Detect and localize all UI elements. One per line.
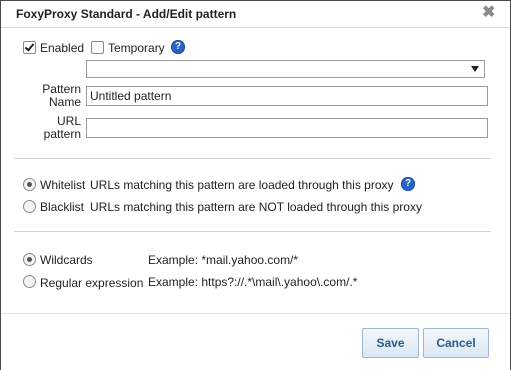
wildcards-label[interactable]: Wildcards: [40, 253, 93, 267]
whitelist-label[interactable]: Whitelist: [40, 178, 85, 192]
proxy-select[interactable]: [86, 60, 485, 78]
pattern-name-label: Pattern Name: [29, 83, 81, 109]
blacklist-description: URLs matching this pattern are NOT loade…: [90, 200, 422, 214]
enabled-checkbox[interactable]: [23, 41, 36, 54]
help-icon[interactable]: ?: [401, 177, 415, 191]
url-pattern-label: URL pattern: [29, 115, 81, 141]
save-button[interactable]: Save: [362, 328, 419, 358]
temporary-checkbox[interactable]: [91, 41, 104, 54]
pattern-name-field[interactable]: [86, 86, 488, 106]
proxy-select-value[interactable]: [87, 61, 484, 77]
title-bar[interactable]: FoxyProxy Standard - Add/Edit pattern ✖: [1, 1, 510, 28]
temporary-label[interactable]: Temporary: [108, 41, 165, 55]
pattern-name-label-line2: Name: [48, 95, 81, 109]
add-edit-pattern-dialog: FoxyProxy Standard - Add/Edit pattern ✖ …: [0, 0, 511, 370]
url-pattern-field[interactable]: [86, 118, 488, 138]
whitelist-radio[interactable]: [23, 178, 36, 191]
cancel-button[interactable]: Cancel: [423, 328, 489, 358]
regex-example: Example: https?://.*\mail\.yahoo\.com/.*: [148, 275, 358, 289]
divider: [14, 158, 491, 159]
blacklist-radio[interactable]: [23, 200, 36, 213]
help-icon[interactable]: ?: [171, 40, 185, 54]
url-pattern-input[interactable]: [87, 119, 487, 137]
dialog-title: FoxyProxy Standard - Add/Edit pattern: [16, 7, 237, 21]
divider: [14, 231, 491, 232]
whitelist-description: URLs matching this pattern are loaded th…: [90, 178, 394, 192]
url-pattern-label-line2: pattern: [43, 127, 81, 141]
blacklist-label[interactable]: Blacklist: [40, 200, 84, 214]
enabled-label[interactable]: Enabled: [40, 41, 84, 55]
regex-radio[interactable]: [23, 275, 36, 288]
regex-label[interactable]: Regular expression: [40, 276, 143, 290]
pattern-name-input[interactable]: [87, 87, 487, 105]
chevron-down-icon[interactable]: [471, 66, 479, 72]
wildcards-example: Example: *mail.yahoo.com/*: [148, 253, 299, 267]
close-icon[interactable]: ✖: [482, 5, 496, 21]
button-bar: Save Cancel: [1, 313, 510, 370]
wildcards-radio[interactable]: [23, 253, 36, 266]
